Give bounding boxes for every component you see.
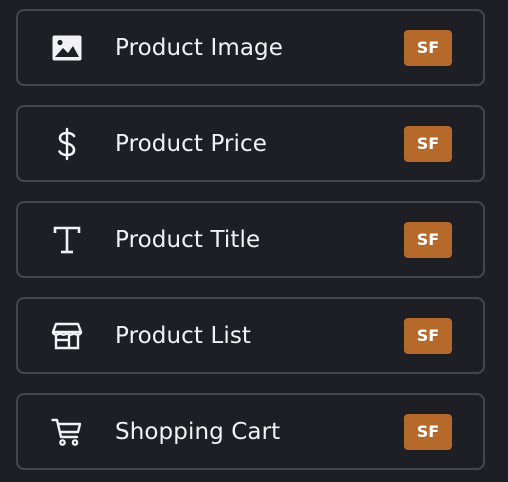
component-item-product-image[interactable]: Product Image SF (16, 9, 485, 86)
component-item-product-list[interactable]: Product List SF (16, 297, 485, 374)
component-item-shopping-cart[interactable]: Shopping Cart SF (16, 393, 485, 470)
store-icon (49, 318, 85, 354)
cart-icon (49, 414, 85, 450)
component-label: Product Title (115, 226, 261, 253)
sf-badge: SF (404, 221, 452, 258)
sf-badge: SF (404, 317, 452, 354)
sf-badge: SF (404, 413, 452, 450)
text-icon (49, 222, 85, 258)
image-icon (49, 30, 85, 66)
component-list: Product Image SF Product Price SF Produc… (0, 0, 508, 482)
dollar-icon (49, 126, 85, 162)
component-label: Shopping Cart (115, 418, 281, 445)
sf-badge: SF (404, 125, 452, 162)
component-item-product-price[interactable]: Product Price SF (16, 105, 485, 182)
component-label: Product List (115, 322, 252, 349)
component-label: Product Image (115, 34, 283, 61)
sf-badge: SF (404, 29, 452, 66)
component-label: Product Price (115, 130, 268, 157)
component-item-product-title[interactable]: Product Title SF (16, 201, 485, 278)
